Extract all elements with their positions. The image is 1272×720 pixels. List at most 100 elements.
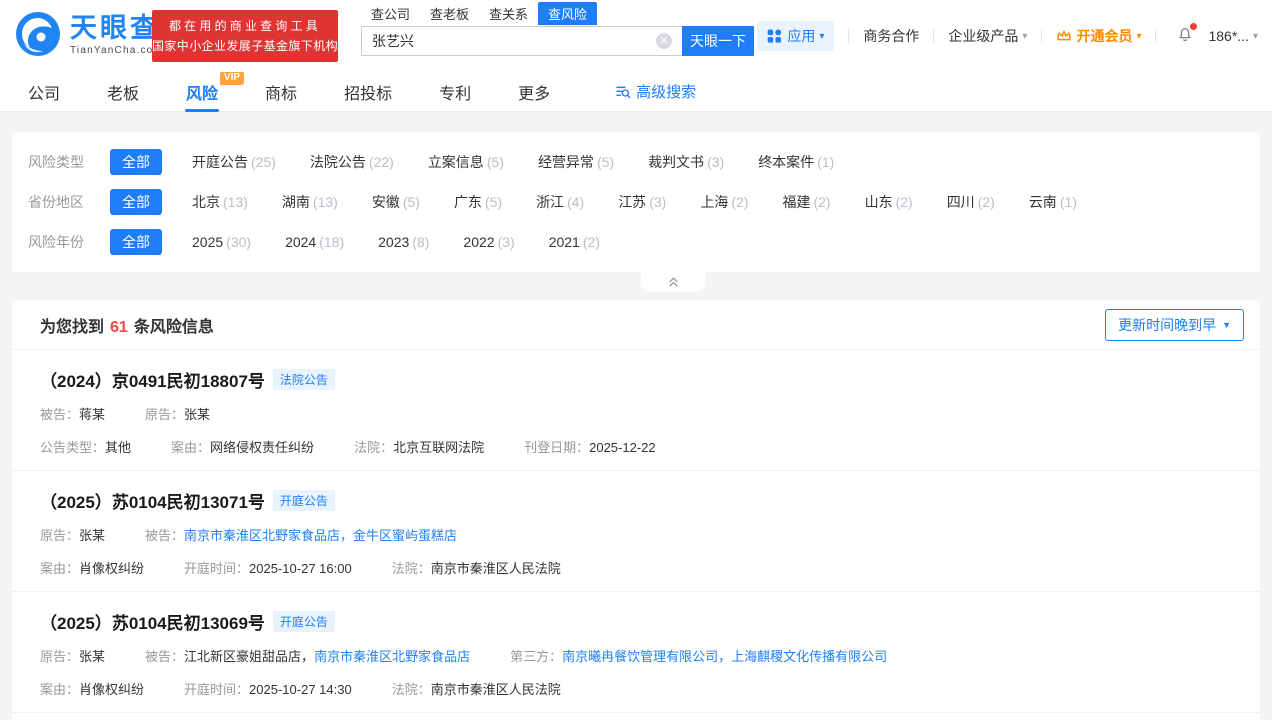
search-tabs: 查公司 查老板 查关系 查风险 [361, 2, 754, 25]
account-menu[interactable]: 186*... ▾ [1208, 28, 1258, 44]
chevron-down-icon: ▾ [1252, 30, 1258, 42]
risk-result-card[interactable]: （2024）京0491民初18807号 法院公告 被告：蒋某 原告：张某 公告类… [12, 350, 1260, 470]
sort-order-button[interactable]: 更新时间晚到早 ▼ [1105, 308, 1244, 341]
slogan-line2: 国家中小企业发展子基金旗下机构 [152, 39, 339, 53]
top-header: 天眼查 TianYanCha.com 都在用的商业查询工具 国家中小企业发展子基… [0, 0, 1272, 72]
filter-option[interactable]: 2024 (18) [285, 234, 344, 250]
company-link[interactable]: 南京曦冉餐饮管理有限公司，上海麒稷文化传播有限公司 [562, 649, 887, 664]
meta-value: 2025-10-27 14:30 [249, 682, 352, 697]
filter-option[interactable]: 云南 (1) [1029, 192, 1077, 212]
results-header: 为您找到 61 条风险信息 更新时间晚到早 ▼ [12, 300, 1260, 350]
chevron-down-icon: ▾ [1022, 30, 1028, 42]
risk-type-badge: 开庭公告 [272, 611, 335, 632]
nav-tab-company[interactable]: 公司 [28, 72, 60, 112]
nav-tab-patent[interactable]: 专利 [439, 72, 471, 112]
search-tab-boss[interactable]: 查老板 [420, 2, 479, 25]
filter-option[interactable]: 2025 (30) [192, 234, 251, 250]
party-label: 原告： [145, 407, 185, 422]
collapse-chevron-icon [668, 276, 678, 287]
filter-label-province: 省份地区 [28, 194, 84, 210]
sort-caret-icon: ▼ [1222, 319, 1231, 330]
nav-tab-more[interactable]: 更多 [518, 72, 550, 112]
filter-option[interactable]: 法院公告 (22) [310, 152, 394, 172]
filter-option[interactable]: 上海 (2) [700, 192, 748, 212]
filter-option[interactable]: 四川 (2) [947, 192, 995, 212]
nav-tab-boss[interactable]: 老板 [107, 72, 139, 112]
nav-tab-trademark[interactable]: 商标 [265, 72, 297, 112]
filter-option[interactable]: 经营异常 (5) [538, 152, 614, 172]
company-link[interactable]: 南京市秦淮区北野家食品店 [314, 649, 470, 664]
tianyancha-logo-icon [16, 12, 60, 56]
clear-icon[interactable]: ✕ [656, 33, 672, 49]
case-number[interactable]: （2025）苏0104民初13069号 [40, 609, 265, 634]
filter-option[interactable]: 山东 (2) [865, 192, 913, 212]
advanced-search-button[interactable]: 高级搜索 [615, 81, 696, 102]
enterprise-products-menu[interactable]: 企业级产品 ▾ [948, 26, 1027, 46]
notifications-button[interactable] [1176, 22, 1198, 47]
meta-value: 南京市秦淮区人民法院 [430, 682, 561, 697]
collapse-filters-button[interactable] [641, 272, 705, 292]
party-label: 被告： [40, 407, 80, 422]
next-card-edge [12, 712, 1260, 720]
filter-row-risk-type: 风险类型 全部 开庭公告 (25) 法院公告 (22) 立案信息 (5) 经营异常 (5… [12, 142, 1260, 182]
search-area: 查公司 查老板 查关系 查风险 ✕ 天眼一下 [361, 2, 754, 56]
case-number[interactable]: （2025）苏0104民初13071号 [40, 488, 265, 513]
filter-option[interactable]: 2022 (3) [463, 234, 514, 250]
province-all-pill[interactable]: 全部 [110, 189, 162, 215]
search-input[interactable] [361, 26, 682, 56]
meta-label: 案由： [171, 440, 211, 455]
logo-subtitle: TianYanCha.com [70, 44, 163, 56]
account-phone: 186*... [1208, 28, 1249, 44]
result-type-nav: 公司 老板 风险 VIP 商标 招投标 专利 更多 高级搜索 [0, 70, 1272, 112]
filter-option[interactable]: 2023 (8) [378, 234, 429, 250]
filter-option[interactable]: 立案信息 (5) [428, 152, 504, 172]
search-button[interactable]: 天眼一下 [682, 26, 754, 56]
tianyancha-logo[interactable]: 天眼查 TianYanCha.com [14, 10, 163, 58]
meta-row: 案由：肖像权纠纷 开庭时间：2025-10-27 16:00 法院：南京市秦淮区… [40, 559, 1232, 579]
filter-option[interactable]: 福建 (2) [782, 192, 830, 212]
risk-result-card[interactable]: （2025）苏0104民初13071号 开庭公告 原告：张某 被告：南京市秦淮区… [12, 470, 1260, 591]
party-label: 原告： [40, 649, 80, 664]
search-tab-company[interactable]: 查公司 [361, 2, 420, 25]
party-value: 张某 [79, 528, 106, 543]
nav-tab-risk-label: 风险 [186, 85, 219, 103]
open-vip-button[interactable]: 开通会员 ▾ [1056, 26, 1141, 46]
parties-row: 原告：张某 被告：江北新区豪姐甜品店，南京市秦淮区北野家食品店 第三方：南京曦冉… [40, 647, 1232, 667]
found-suffix: 条风险信息 [133, 318, 214, 336]
search-tab-relation[interactable]: 查关系 [479, 2, 538, 25]
case-number[interactable]: （2024）京0491民初18807号 [40, 367, 265, 392]
filter-option[interactable]: 终本案件 (1) [758, 152, 834, 172]
brand-slogan: 都在用的商业查询工具 国家中小企业发展子基金旗下机构 [152, 10, 338, 62]
filter-option[interactable]: 浙江 (4) [536, 192, 584, 212]
filter-option[interactable]: 湖南 (13) [282, 192, 338, 212]
filter-option[interactable]: 北京 (13) [192, 192, 248, 212]
meta-value: 网络侵权责任纠纷 [210, 440, 315, 455]
filter-option[interactable]: 江苏 (3) [618, 192, 666, 212]
risk-type-all-pill[interactable]: 全部 [110, 149, 162, 175]
slogan-line1: 都在用的商业查询工具 [168, 19, 321, 33]
active-tab-underline [185, 108, 220, 112]
party-value: 张某 [79, 649, 106, 664]
apps-menu-button[interactable]: 应用 ▾ [757, 21, 835, 51]
filter-option[interactable]: 安徽 (5) [372, 192, 420, 212]
company-link[interactable]: 南京市秦淮区北野家食品店，金牛区蜜屿蛋糕店 [184, 528, 457, 543]
filter-option[interactable]: 裁判文书 (3) [648, 152, 724, 172]
meta-label: 开庭时间： [184, 682, 250, 697]
party-value: 江北新区豪姐甜品店， [184, 649, 315, 664]
risk-result-card[interactable]: （2025）苏0104民初13069号 开庭公告 原告：张某 被告：江北新区豪姐… [12, 591, 1260, 712]
year-all-pill[interactable]: 全部 [110, 229, 162, 255]
business-cooperation-link[interactable]: 商务合作 [863, 26, 919, 46]
filter-option[interactable]: 广东 (5) [454, 192, 502, 212]
nav-tab-bidding[interactable]: 招投标 [344, 72, 392, 112]
meta-label: 法院： [354, 440, 394, 455]
filter-option[interactable]: 2021 (2) [549, 234, 600, 250]
meta-label: 刊登日期： [524, 440, 590, 455]
filter-option[interactable]: 开庭公告 (25) [192, 152, 276, 172]
risk-type-badge: 开庭公告 [272, 490, 335, 511]
meta-row: 案由：肖像权纠纷 开庭时间：2025-10-27 14:30 法院：南京市秦淮区… [40, 680, 1232, 700]
search-tab-risk[interactable]: 查风险 [538, 2, 598, 25]
nav-tab-risk[interactable]: 风险 VIP [185, 70, 245, 112]
risk-type-badge: 法院公告 [272, 369, 335, 390]
meta-label: 法院： [391, 561, 431, 576]
vip-badge: VIP [219, 70, 245, 85]
